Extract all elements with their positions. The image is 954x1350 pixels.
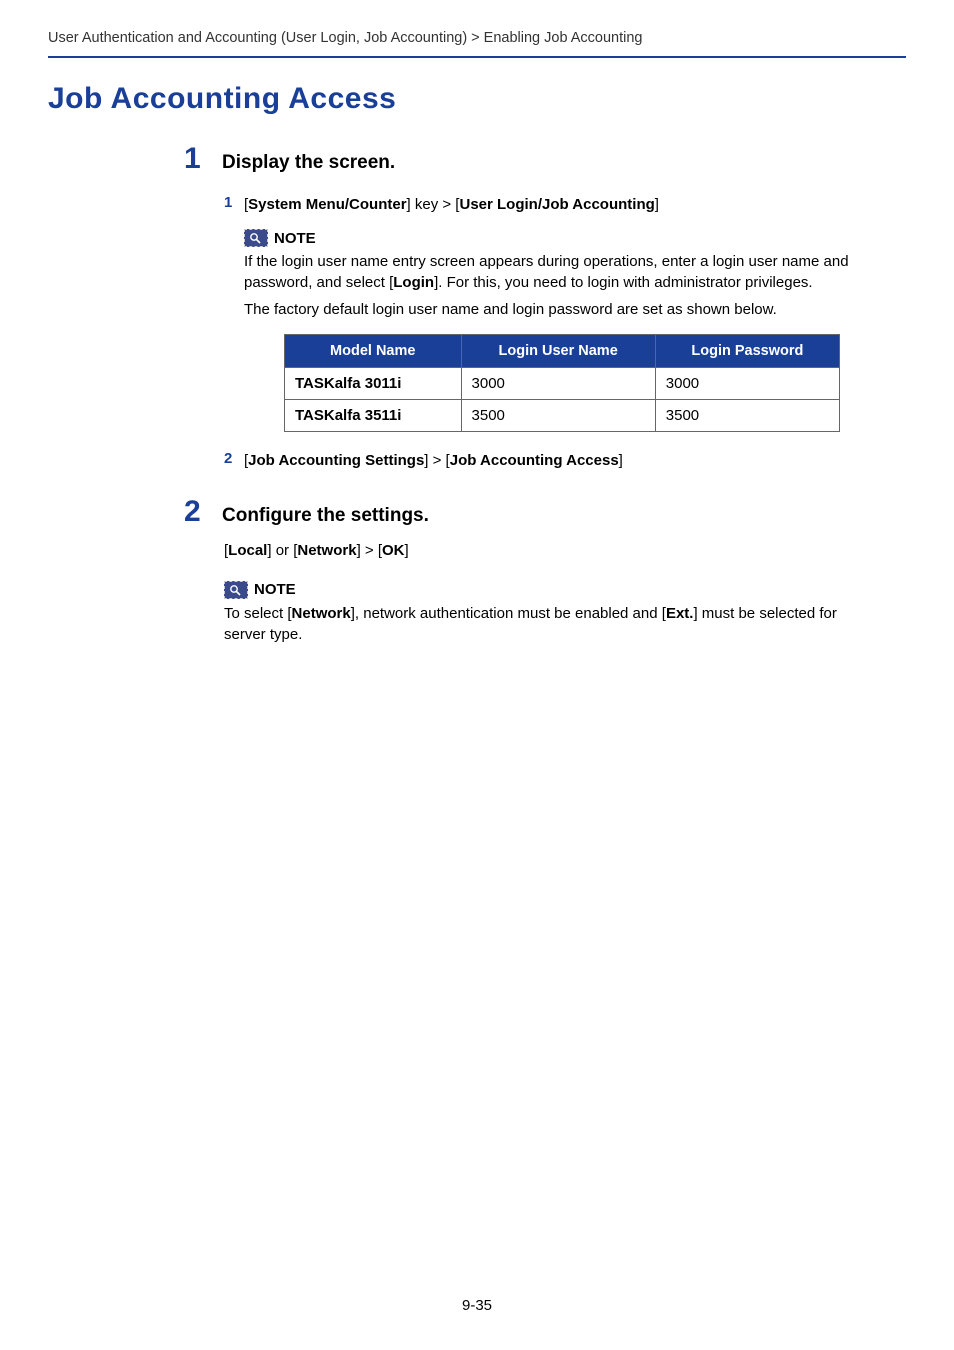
note-label: NOTE — [254, 581, 296, 598]
substep-number: 2 — [224, 450, 244, 467]
note-header: NOTE — [244, 229, 858, 247]
col-login-user: Login User Name — [461, 335, 655, 368]
option-ok: OK — [382, 542, 405, 559]
note-icon — [244, 229, 268, 247]
menu-item-label: User Login/Job Accounting — [459, 196, 654, 213]
note-block: NOTE To select [Network], network authen… — [224, 581, 858, 645]
note-text: The factory default login user name and … — [244, 299, 858, 320]
cell-user: 3000 — [461, 368, 655, 400]
step-1-content: 1 [System Menu/Counter] key > [User Logi… — [224, 194, 858, 471]
step-number: 1 — [184, 144, 222, 174]
text: ] > [ — [357, 542, 382, 559]
note-block: NOTE If the login user name entry screen… — [244, 229, 858, 432]
substep-text: [System Menu/Counter] key > [User Login/… — [244, 194, 659, 215]
option-network: Network — [297, 542, 356, 559]
page-number: 9-35 — [0, 1297, 954, 1314]
menu-key-label: System Menu/Counter — [248, 196, 406, 213]
text: ] key > [ — [407, 196, 460, 213]
note-text: If the login user name entry screen appe… — [244, 251, 858, 293]
option-ext: Ext. — [666, 605, 694, 622]
breadcrumb: User Authentication and Accounting (User… — [48, 30, 906, 46]
text: ] or [ — [267, 542, 297, 559]
substep-text: [Job Accounting Settings] > [Job Account… — [244, 450, 623, 471]
table-row: TASKalfa 3511i 3500 3500 — [285, 400, 840, 432]
step-title: Configure the settings. — [222, 501, 429, 531]
table-row: TASKalfa 3011i 3000 3000 — [285, 368, 840, 400]
cell-pass: 3000 — [655, 368, 839, 400]
col-model-name: Model Name — [285, 335, 462, 368]
substep-number: 1 — [224, 194, 244, 211]
note-icon — [224, 581, 248, 599]
cell-model: TASKalfa 3511i — [285, 400, 462, 432]
text: ] — [655, 196, 659, 213]
step-2-content: [Local] or [Network] > [OK] NOTE To sele… — [224, 540, 858, 645]
config-line: [Local] or [Network] > [OK] — [224, 540, 858, 561]
text: ] > [ — [424, 452, 449, 469]
text: ] — [405, 542, 409, 559]
table-header-row: Model Name Login User Name Login Passwor… — [285, 335, 840, 368]
note-header: NOTE — [224, 581, 858, 599]
menu-item-label: Job Accounting Settings — [248, 452, 424, 469]
header-rule — [48, 56, 906, 58]
text: To select [ — [224, 605, 292, 622]
substep-1: 1 [System Menu/Counter] key > [User Logi… — [224, 194, 858, 215]
col-login-password: Login Password — [655, 335, 839, 368]
option-network: Network — [292, 605, 351, 622]
substep-2: 2 [Job Accounting Settings] > [Job Accou… — [224, 450, 858, 471]
note-text: To select [Network], network authenticat… — [224, 603, 858, 645]
page-title: Job Accounting Access — [48, 82, 906, 116]
text: ], network authentication must be enable… — [351, 605, 666, 622]
step-1-header: 1 Display the screen. — [184, 144, 906, 178]
cell-pass: 3500 — [655, 400, 839, 432]
text: ] — [619, 452, 623, 469]
menu-item-label: Job Accounting Access — [450, 452, 619, 469]
text: ]. For this, you need to login with admi… — [434, 274, 813, 291]
option-local: Local — [228, 542, 267, 559]
step-title: Display the screen. — [222, 148, 395, 178]
login-label: Login — [393, 274, 434, 291]
step-number: 2 — [184, 497, 222, 527]
note-label: NOTE — [274, 230, 316, 247]
cell-model: TASKalfa 3011i — [285, 368, 462, 400]
cell-user: 3500 — [461, 400, 655, 432]
step-2-header: 2 Configure the settings. — [184, 497, 906, 531]
login-credentials-table: Model Name Login User Name Login Passwor… — [284, 334, 840, 432]
